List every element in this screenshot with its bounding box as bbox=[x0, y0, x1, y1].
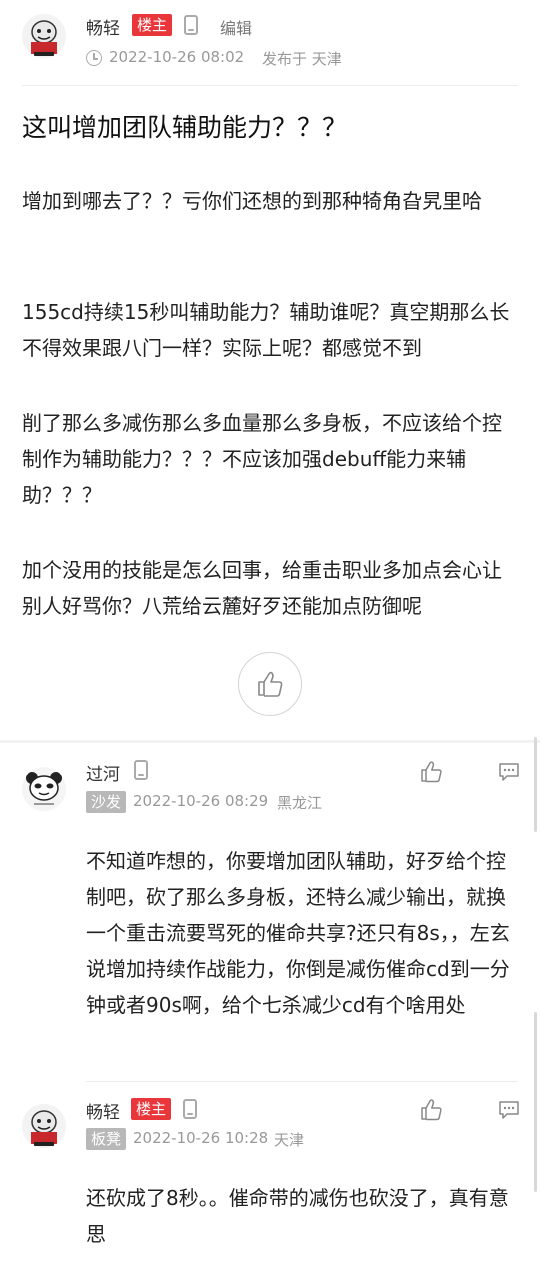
floor-badge: 沙发 bbox=[86, 791, 127, 813]
comment-icon[interactable] bbox=[497, 760, 521, 784]
phone-icon bbox=[183, 1099, 197, 1119]
thumbs-up-icon[interactable] bbox=[419, 1098, 443, 1122]
author-name[interactable]: 畅轻 bbox=[86, 14, 120, 39]
op-badge: 楼主 bbox=[131, 1098, 172, 1120]
reply-timestamp: 2022-10-26 08:29 bbox=[133, 792, 269, 810]
reply-avatar[interactable] bbox=[22, 1104, 66, 1148]
reply-item: 畅轻 楼主 板凳 2022-10-26 10:28 天津 还砍成了8秒。。催命带… bbox=[0, 1082, 540, 1264]
post-timestamp: 2022-10-26 08:02 bbox=[109, 48, 245, 66]
thumbs-up-icon bbox=[257, 671, 282, 697]
reply-author[interactable]: 过河 bbox=[86, 760, 120, 785]
post-header: 畅轻 楼主 编辑 2022-10-26 08:02 发布于 天津 bbox=[0, 0, 540, 86]
reply-location: 天津 bbox=[274, 1131, 305, 1149]
header-divider bbox=[22, 85, 518, 86]
post-paragraph: 加个没用的技能是怎么回事，给重击职业多加点会心让别人好骂你？八荒给云麓好歹还能加… bbox=[22, 558, 502, 618]
thumbs-up-icon[interactable] bbox=[419, 760, 443, 784]
edit-link[interactable]: 编辑 bbox=[220, 15, 252, 39]
phone-icon bbox=[184, 15, 198, 35]
floor-badge: 板凳 bbox=[86, 1128, 127, 1150]
reply-avatar[interactable] bbox=[22, 767, 66, 811]
author-avatar[interactable] bbox=[22, 14, 66, 58]
comment-icon[interactable] bbox=[497, 1098, 521, 1122]
reply-item: 过河 沙发 2022-10-26 08:29 黑龙江 不知道咋想的，你要增加团队… bbox=[0, 743, 540, 1078]
post-title: 这叫增加团队辅助能力？？？ bbox=[22, 113, 348, 142]
op-badge: 楼主 bbox=[132, 14, 173, 36]
post-paragraph: 增加到哪去了？？亏你们还想的到那种犄角旮旯里哈 bbox=[22, 189, 482, 213]
like-button[interactable] bbox=[238, 652, 302, 716]
reply-author[interactable]: 畅轻 bbox=[86, 1098, 120, 1123]
post-location: 发布于 天津 bbox=[262, 50, 342, 68]
post-paragraph: 削了那么多减伤那么多血量那么多身板，不应该给个控制作为辅助能力？？？不应该加强d… bbox=[22, 411, 502, 507]
reply-location: 黑龙江 bbox=[277, 794, 323, 812]
clock-icon bbox=[86, 50, 102, 66]
post-paragraph: 155cd持续15秒叫辅助能力？辅助谁呢？真空期那么长不得效果跟八门一样？实际上… bbox=[22, 300, 510, 360]
reply-timestamp: 2022-10-26 10:28 bbox=[133, 1129, 269, 1147]
reply-text: 不知道咋想的，你要增加团队辅助，好歹给个控制吧，砍了那么多身板，还特么减少输出，… bbox=[86, 849, 510, 1017]
reply-text: 还砍成了8秒。。催命带的减伤也砍没了，真有意思 bbox=[86, 1186, 509, 1246]
phone-icon bbox=[134, 760, 148, 780]
